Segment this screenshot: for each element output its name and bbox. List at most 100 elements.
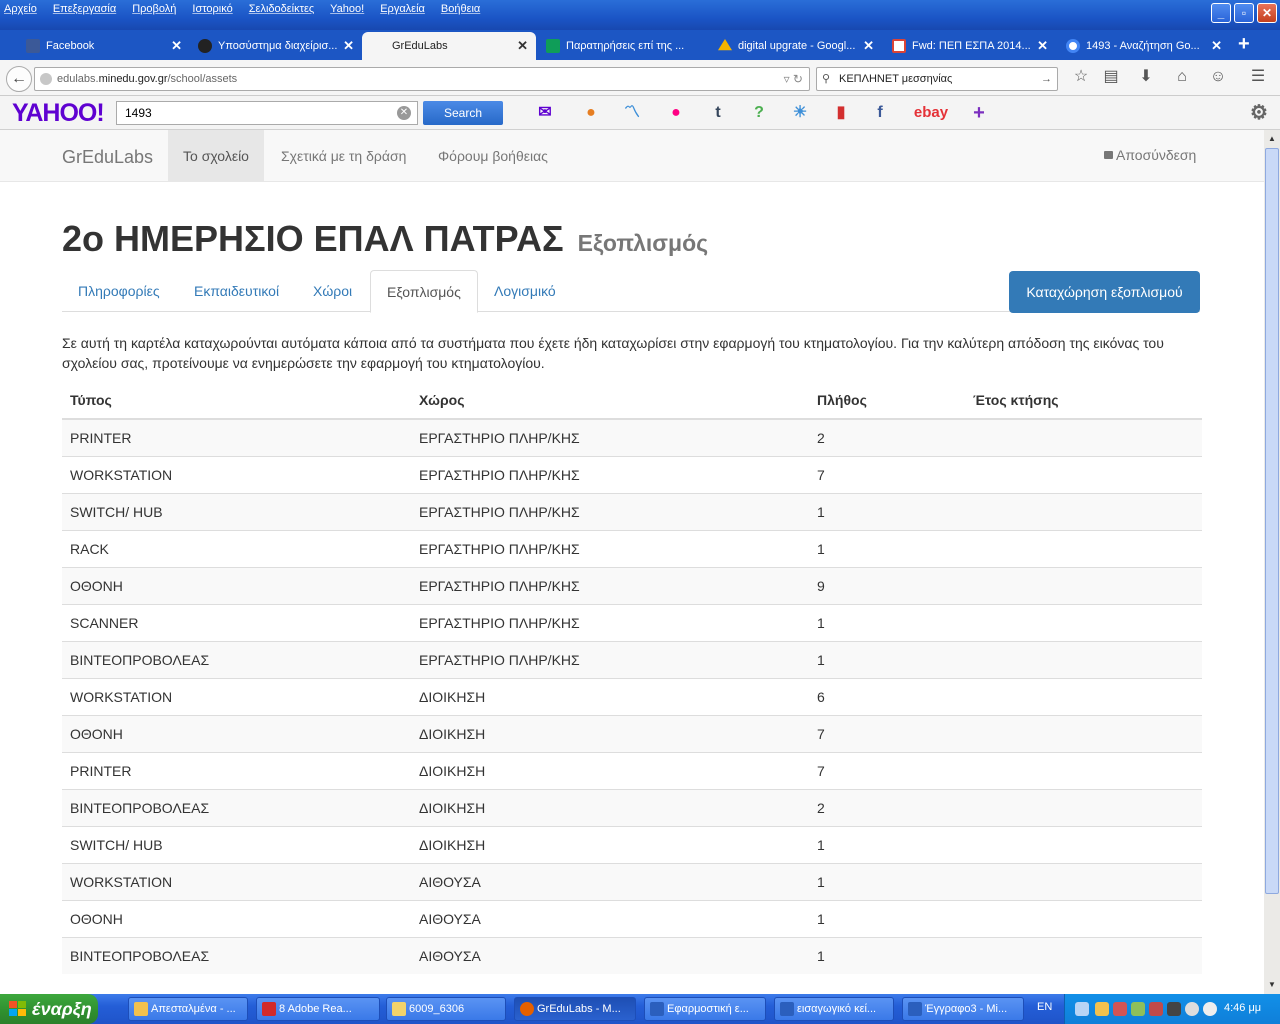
- cell-year: [965, 455, 1202, 493]
- answers-icon[interactable]: ?: [748, 102, 770, 124]
- url-path: /school/assets: [167, 73, 238, 85]
- yahoo-logo[interactable]: YAHOO!: [12, 99, 105, 128]
- scroll-up-arrow-icon[interactable]: ▲: [1265, 132, 1279, 146]
- display-icon[interactable]: [1167, 1002, 1181, 1016]
- taskbar-item-word-2[interactable]: εισαγωγικό κεί...: [774, 997, 894, 1021]
- search-go-arrow-icon[interactable]: →: [1041, 68, 1052, 90]
- taskbar-item-outlook[interactable]: Απεσταλμένα - ...: [128, 997, 248, 1021]
- table-row: PRINTER ΕΡΓΑΣΤΗΡΙΟ ΠΛΗΡ/ΚΗΣ 2: [62, 418, 1202, 456]
- menu-view[interactable]: Προβολή: [132, 3, 176, 15]
- browser-tab-facebook[interactable]: Facebook ✕: [18, 32, 190, 60]
- scrollbar-thumb[interactable]: [1265, 148, 1279, 894]
- chat-icon[interactable]: ☺: [1208, 66, 1228, 88]
- menu-edit[interactable]: Επεξεργασία: [53, 3, 116, 15]
- yahoo-search-input[interactable]: 1493 ✕: [116, 101, 418, 125]
- url-bar[interactable]: edulabs.minedu.gov.gr/school/assets ▿ ↻: [34, 67, 810, 91]
- browser-tab-sheets[interactable]: Παρατηρήσεις επί της ...: [538, 32, 710, 60]
- cell-type: RACK: [62, 529, 411, 567]
- sports-icon[interactable]: ●: [580, 102, 602, 124]
- new-tab-button[interactable]: +: [1238, 33, 1250, 56]
- clear-search-icon[interactable]: ✕: [397, 106, 411, 120]
- add-icon[interactable]: +: [968, 102, 990, 124]
- update-icon[interactable]: [1131, 1002, 1145, 1016]
- close-tab-icon[interactable]: ✕: [171, 38, 182, 54]
- browser-tab-google-search[interactable]: 1493 - Αναζήτηση Go... ✕: [1058, 32, 1230, 60]
- settings-gear-icon[interactable]: ⚙: [1248, 102, 1270, 124]
- menu-file[interactable]: Αρχείο: [4, 3, 37, 15]
- equipment-description: Σε αυτή τη καρτέλα καταχωρούνται αυτόματ…: [62, 335, 1164, 371]
- site-identity-icon[interactable]: [40, 73, 52, 85]
- browser-tab-gmail[interactable]: Fwd: ΠΕΠ ΕΣΠΑ 2014... ✕: [884, 32, 1056, 60]
- tab-software[interactable]: Λογισμικό: [478, 270, 572, 312]
- menu-yahoo[interactable]: Yahoo!: [330, 3, 364, 15]
- finance-icon[interactable]: 〽: [621, 102, 643, 124]
- tab-equipment[interactable]: Εξοπλισμός: [370, 270, 478, 313]
- security-icon[interactable]: [1149, 1002, 1163, 1016]
- cell-count: 1: [809, 492, 965, 530]
- table-row: RACK ΕΡΓΑΣΤΗΡΙΟ ΠΛΗΡ/ΚΗΣ 1: [62, 529, 1202, 567]
- home-icon[interactable]: ⌂: [1172, 66, 1192, 88]
- cell-type: ΒΙΝΤΕΟΠΡΟΒΟΛΕΑΣ: [62, 788, 411, 826]
- network-icon[interactable]: [1075, 1002, 1089, 1016]
- nav-school[interactable]: Το σχολείο: [168, 130, 264, 181]
- language-indicator[interactable]: EN: [1037, 1001, 1052, 1013]
- tab-info[interactable]: Πληροφορίες: [62, 270, 176, 312]
- browser-tab-github[interactable]: Υποσύστημα διαχείρισ... ✕: [190, 32, 362, 60]
- menu-help[interactable]: Βοήθεια: [441, 3, 480, 15]
- vertical-scrollbar[interactable]: ▲ ▼: [1264, 130, 1280, 994]
- menu-tools[interactable]: Εργαλεία: [380, 3, 425, 15]
- cell-count: 7: [809, 751, 965, 789]
- cell-count: 1: [809, 862, 965, 900]
- cell-year: [965, 899, 1202, 937]
- taskbar-item-word-1[interactable]: Εφαρμοστική ε...: [644, 997, 766, 1021]
- reading-list-icon[interactable]: ▤: [1101, 66, 1121, 88]
- weather-icon[interactable]: ☀: [789, 102, 811, 124]
- taskbar-item-adobe[interactable]: 8 Adobe Rea...: [256, 997, 380, 1021]
- browser-tab-drive[interactable]: digital upgrate - Googl... ✕: [710, 32, 882, 60]
- close-tab-icon[interactable]: ✕: [863, 38, 874, 54]
- close-tab-icon[interactable]: ✕: [343, 38, 354, 54]
- yahoo-search-button[interactable]: Search: [423, 101, 503, 125]
- page-subtitle: Εξοπλισμός: [577, 230, 709, 256]
- tab-teachers[interactable]: Εκπαιδευτικοί: [178, 270, 295, 312]
- close-tab-icon[interactable]: ✕: [1037, 38, 1048, 54]
- cell-year: [965, 640, 1202, 678]
- close-tab-icon[interactable]: ✕: [517, 38, 528, 54]
- scroll-down-arrow-icon[interactable]: ▼: [1265, 978, 1279, 992]
- downloads-icon[interactable]: ⬇: [1136, 66, 1156, 88]
- mail-icon[interactable]: ✉: [534, 102, 556, 124]
- messenger-icon[interactable]: [1095, 1002, 1109, 1016]
- browser-search-box[interactable]: ⚲ ΚΕΠΛΗΝΕΤ μεσσηνίας →: [816, 67, 1058, 91]
- tab-spaces[interactable]: Χώροι: [297, 270, 368, 312]
- menu-bookmarks[interactable]: Σελιδοδείκτες: [249, 3, 314, 15]
- bookmark-star-icon[interactable]: ☆: [1071, 66, 1091, 88]
- taskbar-item-folder[interactable]: 6009_6306: [386, 997, 506, 1021]
- logout-link[interactable]: Αποσύνδεση: [1104, 147, 1196, 163]
- antivirus-icon[interactable]: [1113, 1002, 1127, 1016]
- tumblr-icon[interactable]: t: [707, 102, 729, 124]
- tab-label: Υποσύστημα διαχείρισ...: [218, 40, 338, 52]
- bookmark-icon[interactable]: ▮: [830, 102, 852, 124]
- cell-type: SCANNER: [62, 603, 411, 641]
- hamburger-menu-icon[interactable]: ☰: [1248, 66, 1268, 88]
- maximize-button[interactable]: ▫: [1234, 3, 1254, 23]
- volume-icon[interactable]: [1185, 1002, 1199, 1016]
- taskbar-item-word-3[interactable]: Έγγραφο3 - Mi...: [902, 997, 1024, 1021]
- browser-tab-gredulabs[interactable]: GrEduLabs ✕: [362, 32, 536, 60]
- reload-icon[interactable]: ▿ ↻: [784, 68, 803, 90]
- start-button[interactable]: έναρξη: [0, 994, 98, 1024]
- taskbar-item-firefox[interactable]: GrEduLabs - M...: [514, 997, 636, 1021]
- cell-space: ΕΡΓΑΣΤΗΡΙΟ ΠΛΗΡ/ΚΗΣ: [411, 492, 809, 530]
- nav-forum[interactable]: Φόρουμ βοήθειας: [423, 130, 563, 181]
- menu-history[interactable]: Ιστορικό: [192, 3, 232, 15]
- nav-about[interactable]: Σχετικά με τη δράση: [266, 130, 421, 181]
- site-brand[interactable]: GrEduLabs: [62, 147, 153, 168]
- back-arrow-icon[interactable]: ←: [6, 66, 32, 92]
- close-window-button[interactable]: ✕: [1257, 3, 1277, 23]
- minimize-button[interactable]: _: [1211, 3, 1231, 23]
- flickr-icon[interactable]: ●: [665, 102, 687, 124]
- ebay-icon[interactable]: ebay: [910, 102, 952, 124]
- facebook-toolbar-icon[interactable]: f: [869, 102, 891, 124]
- add-equipment-button[interactable]: Καταχώρηση εξοπλισμού: [1009, 271, 1200, 313]
- close-tab-icon[interactable]: ✕: [1211, 38, 1222, 54]
